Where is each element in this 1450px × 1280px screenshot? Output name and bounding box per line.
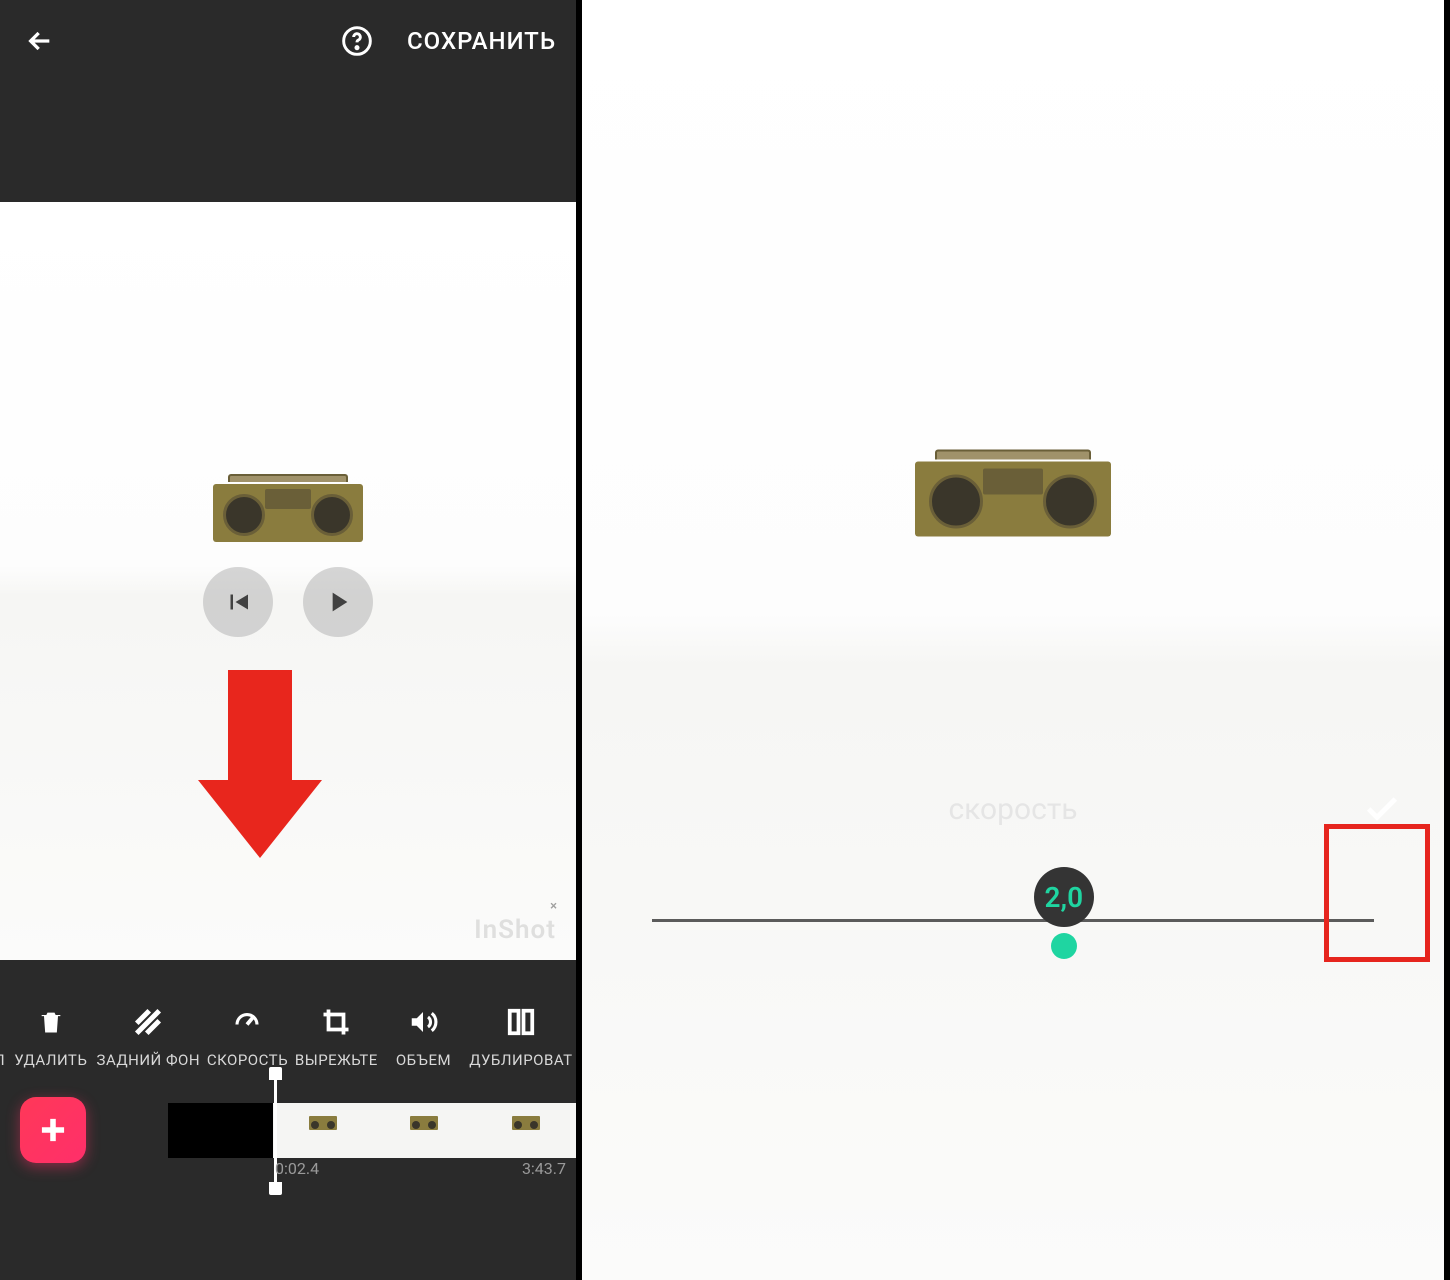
timeline-thumbnail[interactable] — [168, 1103, 273, 1158]
tool-duplicate[interactable]: ДУБЛИРОВАТ — [469, 1005, 572, 1069]
speed-value: 2,0 — [1034, 867, 1094, 927]
current-time-label: 0:02.4 — [275, 1159, 319, 1178]
watermark-text: InShot — [474, 915, 556, 945]
tool-label: УДАЛИТЬ — [14, 1051, 87, 1069]
play-button[interactable] — [303, 567, 373, 637]
add-clip-button[interactable] — [20, 1097, 86, 1163]
speed-panel: скорость 2,0 — [582, 754, 1444, 922]
crop-icon — [321, 1005, 351, 1039]
volume-icon — [407, 1005, 439, 1039]
tool-label: ДУБЛИРОВАТ — [469, 1051, 572, 1069]
tool-split-partial[interactable]: ОЛ — [0, 1005, 5, 1069]
timeline-thumbnail[interactable] — [273, 1103, 374, 1158]
tool-background[interactable]: ЗАДНИЙ ФОН — [97, 1005, 201, 1069]
watermark[interactable]: InShot × — [474, 915, 556, 945]
tool-label: ВЫРЕЖЬТЕ — [295, 1051, 378, 1069]
tool-label: ЗАДНИЙ ФОН — [97, 1051, 201, 1069]
tool-label: ОБЪЕМ — [396, 1051, 451, 1069]
timeline-clips[interactable] — [168, 1103, 576, 1158]
slider-thumb[interactable] — [1051, 933, 1077, 959]
header: СОХРАНИТЬ — [0, 0, 576, 82]
annotation-arrow — [228, 670, 292, 780]
tool-crop[interactable]: ВЫРЕЖЬТЕ — [295, 1005, 378, 1069]
stripes-icon — [133, 1005, 163, 1039]
speed-slider[interactable]: 2,0 — [622, 919, 1404, 922]
tool-speed[interactable]: СКОРОСТЬ — [207, 1005, 288, 1069]
help-button[interactable] — [337, 21, 377, 61]
speed-panel-title: скорость — [948, 792, 1077, 827]
timeline-thumbnail[interactable] — [475, 1103, 576, 1158]
confirm-button[interactable] — [1360, 787, 1404, 831]
timeline[interactable]: 0:02.4 3:43.7 — [0, 1085, 576, 1175]
skip-start-button[interactable] — [203, 567, 273, 637]
total-time-label: 3:43.7 — [522, 1159, 566, 1178]
video-preview[interactable]: InShot × — [0, 202, 576, 960]
tool-delete[interactable]: УДАЛИТЬ — [12, 1005, 90, 1069]
editor-screen: СОХРАНИТЬ — [0, 0, 582, 1280]
video-preview-right[interactable] — [582, 82, 1444, 754]
video-content-boombox — [213, 484, 363, 542]
tool-label: ОЛ — [0, 1051, 5, 1069]
speed-icon — [230, 1005, 264, 1039]
video-content-boombox — [915, 462, 1111, 537]
back-button[interactable] — [20, 21, 60, 61]
timeline-thumbnail[interactable] — [374, 1103, 475, 1158]
watermark-close-icon[interactable]: × — [550, 899, 558, 914]
tool-volume[interactable]: ОБЪЕМ — [384, 1005, 462, 1069]
speed-screen: скорость 2,0 — [582, 0, 1444, 1280]
save-button[interactable]: СОХРАНИТЬ — [407, 27, 556, 55]
trash-icon — [37, 1005, 65, 1039]
duplicate-icon — [506, 1005, 536, 1039]
tool-label: СКОРОСТЬ — [207, 1051, 288, 1069]
editor-toolbar: ОЛ УДАЛИТЬ ЗАДНИЙ ФОН СКОРОСТЬ — [0, 960, 576, 1085]
